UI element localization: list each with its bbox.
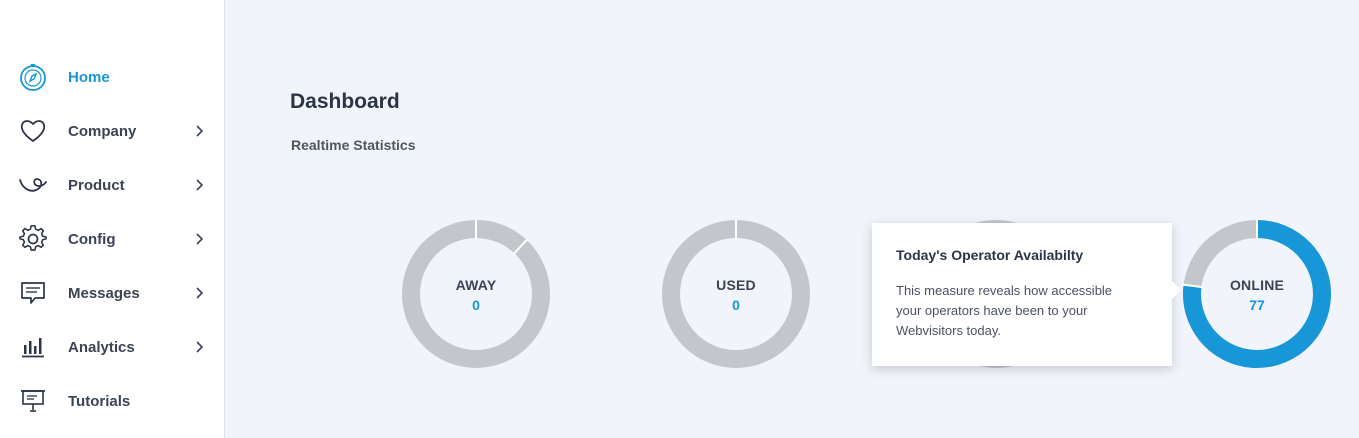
sidebar-item-label: Messages bbox=[68, 284, 140, 302]
availability-tooltip: Today's Operator Availabilty This measur… bbox=[872, 223, 1181, 366]
sidebar-item-messages[interactable]: Messages bbox=[0, 271, 225, 315]
stat-value: 0 bbox=[472, 297, 480, 313]
compass-icon bbox=[18, 63, 48, 91]
stat-away-ring bbox=[402, 220, 550, 368]
heart-icon bbox=[18, 117, 48, 145]
sidebar-item-label: Analytics bbox=[68, 338, 135, 356]
stat-value: 0 bbox=[732, 297, 740, 313]
sidebar-item-product[interactable]: Product bbox=[0, 163, 225, 207]
sidebar-item-label: Home bbox=[68, 68, 110, 86]
sidebar-item-analytics[interactable]: Analytics bbox=[0, 325, 225, 369]
sidebar-item-tutorials[interactable]: Tutorials bbox=[0, 379, 225, 423]
tooltip-body: This measure reveals how accessible your… bbox=[896, 283, 1113, 338]
stat-online-ring bbox=[1182, 220, 1331, 368]
section-subtitle: Realtime Statistics bbox=[291, 137, 416, 153]
message-icon bbox=[18, 279, 48, 307]
chevron-right-icon bbox=[196, 341, 204, 353]
stat-used-ring bbox=[662, 220, 810, 368]
presentation-icon bbox=[18, 387, 48, 415]
main-content: Dashboard Realtime Statistics AWAY 0 USE… bbox=[226, 0, 1359, 438]
chevron-right-icon bbox=[196, 287, 204, 299]
sidebar-item-label: Config bbox=[68, 230, 116, 248]
sidebar-item-config[interactable]: Config bbox=[0, 217, 225, 261]
sidebar-item-label: Product bbox=[68, 176, 125, 194]
sidebar: Home Company Product Config Messages Ana… bbox=[0, 0, 225, 438]
stat-label: ONLINE bbox=[1229, 277, 1285, 293]
sidebar-item-company[interactable]: Company bbox=[0, 109, 225, 153]
stat-online[interactable]: ONLINE 77 bbox=[1181, 218, 1333, 370]
tooltip-arrow bbox=[1172, 281, 1181, 299]
tooltip-title: Today's Operator Availabilty bbox=[896, 247, 1084, 263]
sidebar-item-home[interactable]: Home bbox=[0, 55, 225, 99]
product-icon bbox=[18, 171, 48, 199]
stat-value: 77 bbox=[1249, 297, 1265, 313]
chevron-right-icon bbox=[196, 233, 204, 245]
stat-label: AWAY bbox=[455, 277, 497, 293]
page-title: Dashboard bbox=[290, 90, 400, 113]
chevron-right-icon bbox=[196, 179, 204, 191]
sidebar-item-label: Tutorials bbox=[68, 392, 131, 410]
stat-used[interactable]: USED 0 bbox=[660, 218, 812, 370]
gear-icon bbox=[18, 225, 48, 253]
stat-label: USED bbox=[716, 277, 756, 293]
sidebar-item-label: Company bbox=[68, 122, 137, 140]
stat-away-fill bbox=[475, 220, 527, 254]
chevron-right-icon bbox=[196, 125, 204, 137]
stat-away[interactable]: AWAY 0 bbox=[400, 218, 552, 370]
bar-chart-icon bbox=[18, 333, 48, 361]
